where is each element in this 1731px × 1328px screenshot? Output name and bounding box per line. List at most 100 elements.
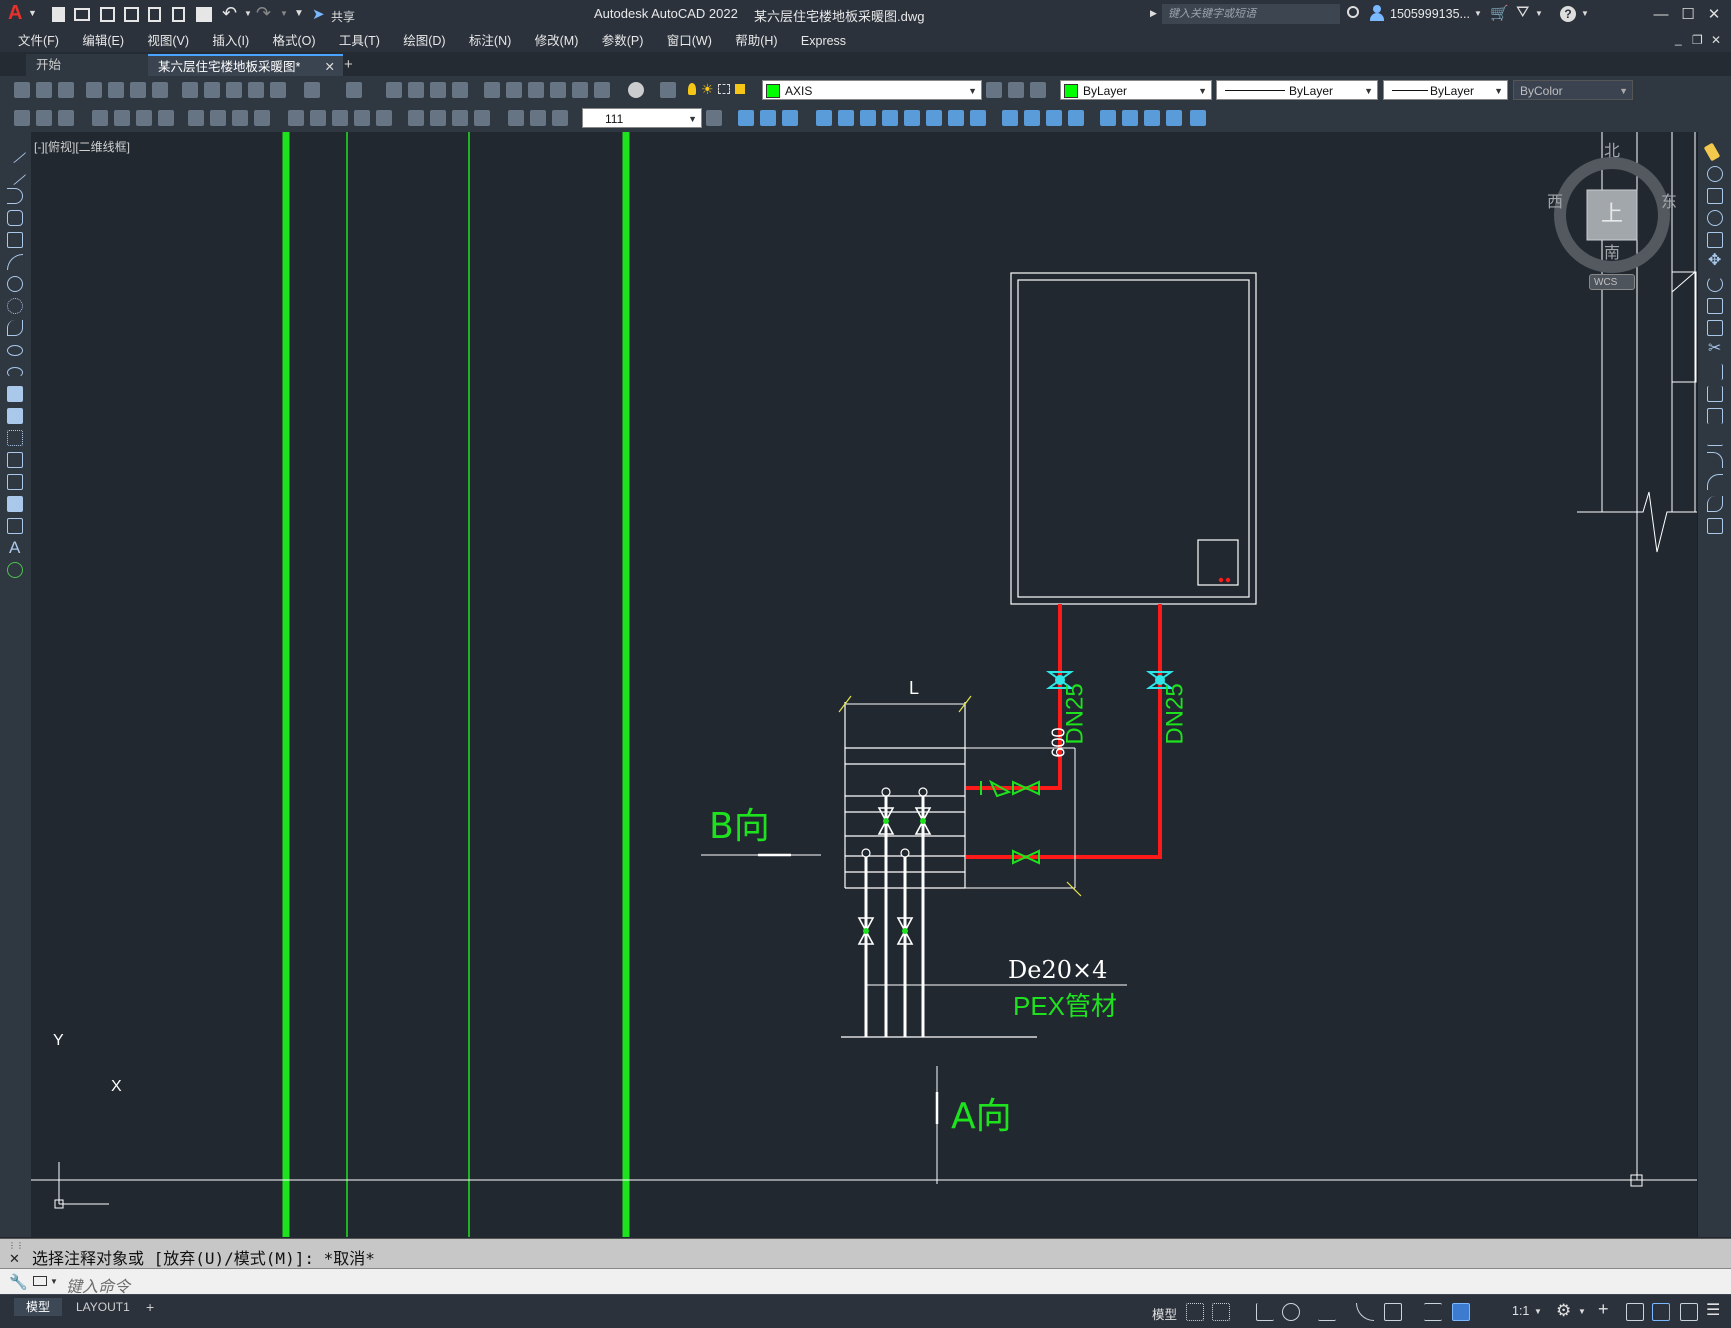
open-web-icon[interactable]	[148, 7, 161, 22]
move-icon[interactable]	[816, 110, 832, 126]
open-file-icon[interactable]	[74, 8, 90, 21]
isodraft-icon[interactable]	[1356, 1303, 1374, 1321]
construction-line-icon[interactable]	[3, 162, 27, 186]
diameter-icon[interactable]	[232, 110, 248, 126]
autoscale-icon[interactable]	[1478, 1303, 1496, 1321]
table-icon[interactable]	[7, 518, 23, 534]
inspection-icon[interactable]	[452, 110, 468, 126]
menu-dimension[interactable]: 标注(N)	[459, 30, 521, 52]
menu-modify[interactable]: 修改(M)	[525, 30, 589, 52]
scale-dropdown-icon[interactable]: ▼	[1534, 1307, 1542, 1316]
revcloud-icon[interactable]	[7, 298, 23, 314]
dim-edit-icon[interactable]	[36, 110, 52, 126]
layer-dropdown[interactable]: AXIS ▼	[762, 80, 982, 100]
maximize-icon[interactable]: ☐	[1679, 6, 1697, 24]
menu-draw[interactable]: 绘图(D)	[393, 30, 455, 52]
user-dropdown-icon[interactable]: ▼	[1474, 9, 1482, 18]
chamfer-object-icon[interactable]	[1707, 452, 1723, 468]
tab-start[interactable]: 开始	[26, 54, 156, 76]
new-tab-button[interactable]: +	[334, 54, 363, 76]
share-icon[interactable]: ➤	[312, 5, 325, 23]
menu-file[interactable]: 文件(F)	[8, 30, 69, 52]
zoom-window-icon[interactable]	[430, 82, 446, 98]
gradient-icon[interactable]	[7, 474, 23, 490]
scale-icon[interactable]	[860, 110, 876, 126]
save-web-icon[interactable]	[172, 7, 185, 22]
group-select-icon[interactable]	[1166, 110, 1182, 126]
hatch-icon[interactable]	[7, 452, 23, 468]
make-current-layer-icon[interactable]	[986, 82, 1002, 98]
tool-palettes-icon[interactable]	[528, 82, 544, 98]
quick-dimension-icon[interactable]	[288, 110, 304, 126]
annotation-visibility-icon[interactable]	[1452, 1303, 1470, 1321]
menu-view[interactable]: 视图(V)	[137, 30, 199, 52]
arc-length-icon[interactable]	[136, 110, 152, 126]
save-toolbar-icon[interactable]	[58, 82, 74, 98]
save-icon[interactable]	[100, 7, 115, 22]
explode-icon[interactable]	[1046, 110, 1062, 126]
help-dropdown-icon[interactable]: ▼	[1581, 9, 1589, 18]
customize-icon[interactable]: 🔧	[9, 1273, 28, 1291]
cart-icon[interactable]: 🛒	[1490, 4, 1509, 22]
share-button[interactable]: 共享	[331, 8, 355, 25]
tab-drawing[interactable]: 某六层住宅楼地板采暖图* ✕	[148, 54, 343, 78]
calculator-icon[interactable]	[594, 82, 610, 98]
baseline-icon[interactable]	[310, 110, 326, 126]
user-icon[interactable]	[1370, 5, 1384, 21]
stretch-icon[interactable]	[882, 110, 898, 126]
viewcube-top[interactable]: 上	[1601, 196, 1623, 228]
command-recent-dropdown-icon[interactable]: ▼	[50, 1277, 58, 1286]
copy-object-icon[interactable]	[1707, 166, 1723, 182]
dimstyle-dropdown[interactable]: 111 ▼	[582, 108, 702, 128]
trim-object-icon[interactable]: ✂	[1708, 338, 1721, 358]
ungroup-icon[interactable]	[1122, 110, 1138, 126]
array-object-icon[interactable]	[1707, 232, 1723, 248]
erase-icon[interactable]	[1703, 142, 1721, 162]
menu-edit[interactable]: 编辑(E)	[72, 30, 134, 52]
close-icon[interactable]: ✕	[1705, 6, 1723, 24]
save-as-icon[interactable]	[124, 7, 139, 22]
command-prompt-icon[interactable]	[33, 1276, 47, 1286]
layout-tab-add[interactable]: +	[146, 1298, 154, 1316]
match-properties-icon[interactable]	[248, 82, 264, 98]
clean-screen-icon[interactable]	[1680, 1303, 1698, 1321]
make-block-icon[interactable]	[7, 408, 23, 424]
object-snap-icon[interactable]	[1384, 1303, 1402, 1321]
spline-icon[interactable]	[7, 320, 23, 336]
explode-object-icon[interactable]	[1707, 518, 1723, 534]
sheet-set-icon[interactable]	[550, 82, 566, 98]
dim-break-icon[interactable]	[376, 110, 392, 126]
linear-dim-icon[interactable]	[92, 110, 108, 126]
autodesk-app-icon[interactable]: ⛛	[1516, 4, 1529, 22]
snap-icon[interactable]	[1212, 1303, 1230, 1321]
point-icon[interactable]	[7, 430, 23, 446]
drawing-canvas[interactable]: [-][俯视][二维线框] B向 A向 DN25 DN25 L 600 De20…	[31, 132, 1697, 1237]
customization-menu-icon[interactable]: ☰	[1706, 1300, 1720, 1320]
search-icon[interactable]	[1347, 6, 1359, 18]
ellipse-icon[interactable]	[7, 345, 23, 356]
redo-icon[interactable]: ↷	[256, 3, 271, 24]
mirror-icon[interactable]	[760, 110, 776, 126]
layout-tab-layout1[interactable]: LAYOUT1	[64, 1298, 142, 1316]
tolerance-icon[interactable]	[408, 110, 424, 126]
zoom-previous-icon[interactable]	[452, 82, 468, 98]
dim-space-icon[interactable]	[354, 110, 370, 126]
polar-tracking-icon[interactable]	[1282, 1303, 1300, 1321]
dim-text-edit-icon[interactable]	[508, 110, 524, 126]
doc-minimize-icon[interactable]: _	[1675, 32, 1682, 46]
menu-window[interactable]: 窗口(W)	[657, 30, 722, 52]
redo-dropdown-icon[interactable]: ▼	[280, 9, 288, 18]
app-logo-icon[interactable]: A	[8, 2, 22, 25]
blend-curves-icon[interactable]	[1707, 496, 1723, 512]
quick-properties-icon[interactable]	[1652, 1303, 1670, 1321]
publish-icon[interactable]	[130, 82, 146, 98]
dim-reassociate-icon[interactable]	[552, 110, 568, 126]
group-icon[interactable]	[1100, 110, 1116, 126]
jogged-icon[interactable]	[210, 110, 226, 126]
stretch-object-icon[interactable]	[1707, 320, 1723, 336]
color-dropdown[interactable]: ByLayer ▼	[1060, 80, 1212, 100]
help-toolbar-icon[interactable]	[628, 82, 644, 98]
break-at-point-icon[interactable]	[1707, 386, 1723, 402]
layer-previous-icon[interactable]	[1008, 82, 1024, 98]
line-icon[interactable]	[3, 140, 27, 164]
